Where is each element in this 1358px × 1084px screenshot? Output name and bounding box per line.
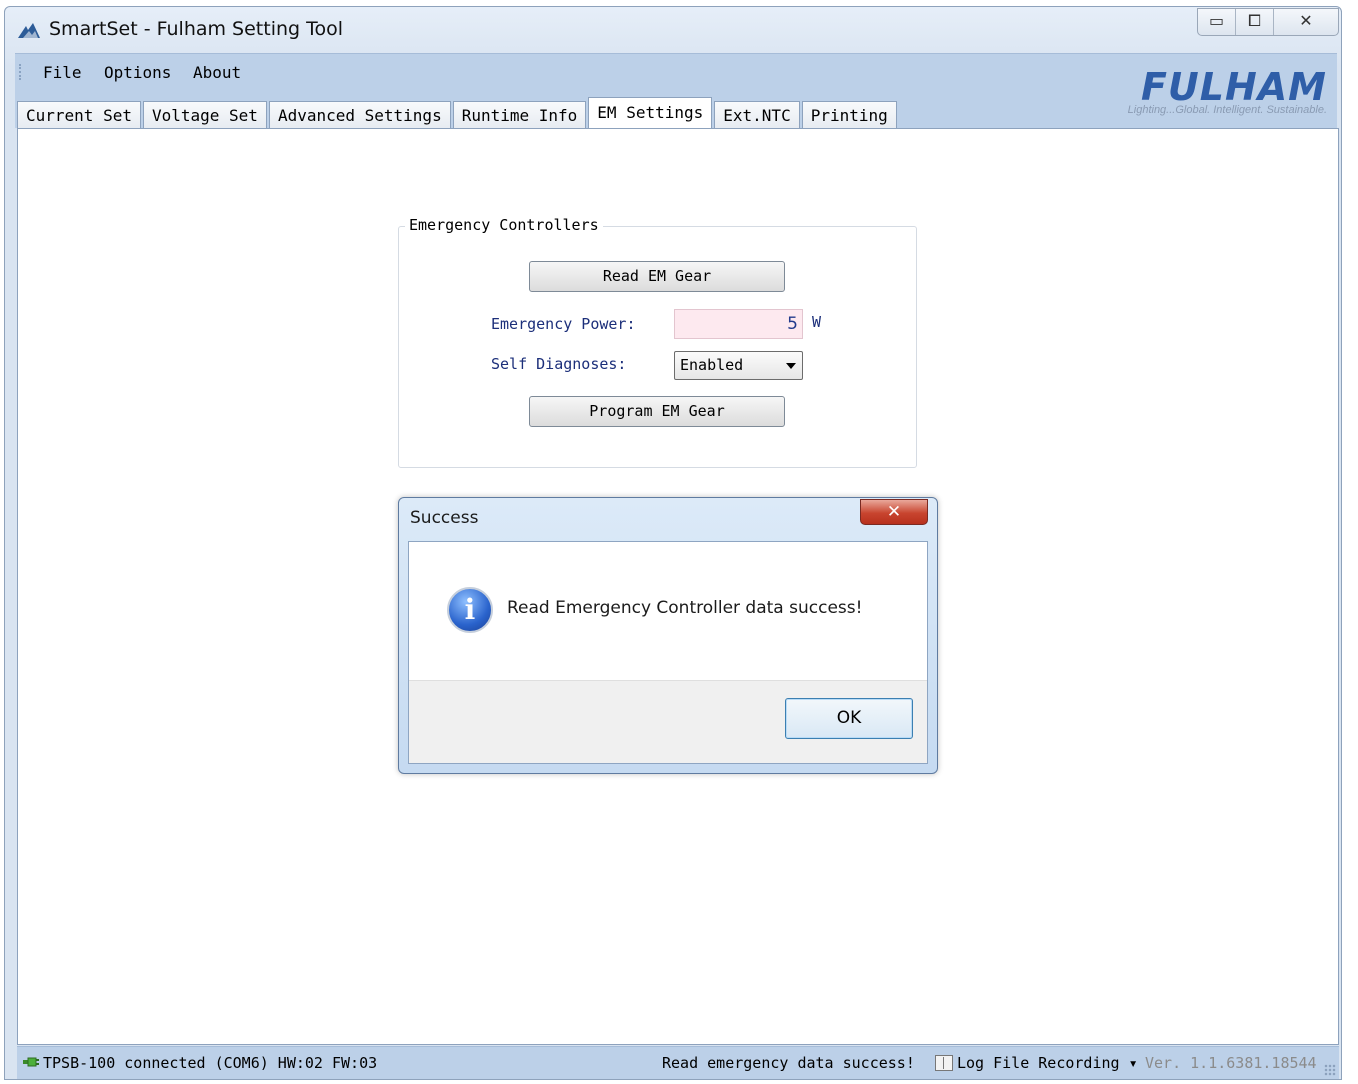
maximize-button[interactable]: ⧠ — [1236, 9, 1274, 35]
logo-tagline: Lighting...Global. Intelligent. Sustaina… — [1127, 104, 1327, 116]
tab-advanced-settings[interactable]: Advanced Settings — [268, 101, 451, 129]
minimize-icon: ▭ — [1208, 11, 1225, 30]
power-unit-label: W — [812, 313, 822, 331]
minimize-button[interactable]: ▭ — [1198, 9, 1236, 35]
dialog-body: i Read Emergency Controller data success… — [408, 541, 928, 764]
self-diagnoses-label: Self Diagnoses: — [491, 355, 627, 373]
app-logo-icon — [18, 23, 40, 38]
menu-grip[interactable] — [19, 64, 24, 80]
logo-wordmark: FULHAM — [1140, 65, 1327, 109]
main-window: SmartSet - Fulham Setting Tool ▭ ⧠ ✕ Fil… — [4, 6, 1342, 1080]
tab-strip: Current Set Voltage Set Advanced Setting… — [17, 97, 899, 130]
tab-content: Emergency Controllers Read EM Gear Emerg… — [17, 128, 1339, 1045]
tab-current-set[interactable]: Current Set — [17, 101, 141, 129]
menu-options[interactable]: Options — [104, 63, 171, 82]
close-icon: ✕ — [886, 502, 902, 522]
dialog-close-button[interactable]: ✕ — [860, 499, 928, 525]
tab-em-settings[interactable]: EM Settings — [588, 97, 713, 130]
ok-button[interactable]: OK — [785, 698, 913, 739]
emergency-controllers-group: Emergency Controllers Read EM Gear Emerg… — [398, 216, 917, 468]
log-file-recording-dropdown[interactable]: Log File Recording ▾ — [957, 1054, 1138, 1072]
success-dialog: Success ✕ i Read Emergency Controller da… — [398, 497, 938, 774]
menu-file[interactable]: File — [43, 63, 82, 82]
close-button[interactable]: ✕ — [1274, 9, 1338, 35]
tab-runtime-info[interactable]: Runtime Info — [452, 101, 587, 129]
title-bar[interactable]: SmartSet - Fulham Setting Tool ▭ ⧠ ✕ — [5, 7, 1341, 49]
menu-about[interactable]: About — [193, 63, 241, 82]
tab-voltage-set[interactable]: Voltage Set — [142, 101, 267, 129]
log-book-icon — [935, 1055, 953, 1071]
dialog-message: Read Emergency Controller data success! — [507, 598, 863, 618]
fulham-logo: FULHAM Lighting...Global. Intelligent. S… — [1128, 68, 1327, 116]
connection-status: TPSB-100 connected (COM6) HW:02 FW:03 — [43, 1054, 378, 1072]
info-icon: i — [447, 587, 493, 633]
maximize-icon: ⧠ — [1248, 11, 1261, 30]
read-em-gear-button[interactable]: Read EM Gear — [529, 261, 785, 292]
self-diagnoses-value: Enabled — [680, 356, 744, 374]
status-bar: TPSB-100 connected (COM6) HW:02 FW:03 Re… — [17, 1046, 1339, 1079]
window-controls: ▭ ⧠ ✕ — [1197, 8, 1339, 36]
connection-plug-icon — [23, 1057, 39, 1067]
emergency-power-label: Emergency Power: — [491, 315, 636, 333]
status-message: Read emergency data success! — [662, 1054, 915, 1072]
window-title: SmartSet - Fulham Setting Tool — [49, 18, 344, 40]
chevron-down-icon — [786, 363, 796, 369]
dialog-title: Success — [410, 508, 479, 528]
program-em-gear-button[interactable]: Program EM Gear — [529, 396, 785, 427]
self-diagnoses-select[interactable]: Enabled — [674, 351, 803, 380]
tab-ext-ntc[interactable]: Ext.NTC — [714, 101, 800, 129]
emergency-power-input[interactable]: 5 — [674, 309, 803, 339]
resize-grip[interactable] — [1324, 1064, 1336, 1076]
version-text: Ver. 1.1.6381.18544 — [1145, 1054, 1317, 1072]
tab-printing[interactable]: Printing — [801, 101, 897, 129]
group-title: Emergency Controllers — [405, 216, 603, 234]
close-icon: ✕ — [1299, 11, 1313, 30]
